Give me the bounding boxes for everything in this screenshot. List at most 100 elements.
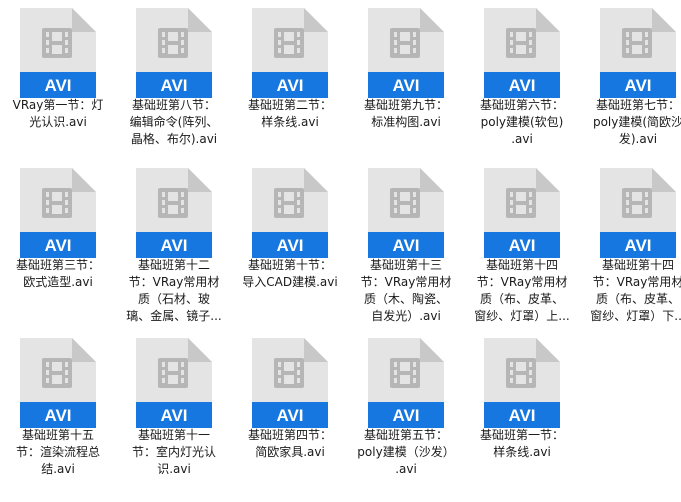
file-item[interactable]: AVI 基础班第一节： 样条线.avi xyxy=(464,330,580,490)
avi-badge-label: AVI xyxy=(44,406,71,425)
file-name-line: 节：VRay常用材 xyxy=(128,275,220,289)
file-name-label: 基础班第一节： 样条线.avi xyxy=(466,427,578,461)
file-name-line: 窗纱、灯罩）下... xyxy=(590,309,681,323)
file-name-line: 光认识.avi xyxy=(29,115,87,129)
file-name-line: 基础班第十四 xyxy=(485,258,558,272)
file-name-label: VRay第一节：灯 光认识.avi xyxy=(2,97,114,131)
avi-badge-label: AVI xyxy=(392,76,419,95)
file-name-line: 质（木、陶瓷、 xyxy=(363,292,448,306)
file-name-line: poly建模（沙发） xyxy=(357,445,455,459)
file-name-line: 自发光）.avi xyxy=(371,309,441,323)
file-name-label: 基础班第三节： 欧式造型.avi xyxy=(2,257,114,291)
file-item[interactable]: AVI 基础班第十一 节：室内灯光认 识.avi xyxy=(116,330,232,490)
file-name-line: 基础班第四节： xyxy=(247,428,332,442)
file-item[interactable]: AVI 基础班第三节： 欧式造型.avi xyxy=(0,160,116,320)
avi-file-icon: AVI xyxy=(600,168,676,258)
file-name-label: 基础班第四节： 简欧家具.avi xyxy=(234,427,346,461)
avi-badge-label: AVI xyxy=(160,236,187,255)
file-item[interactable]: AVI 基础班第十五 节：渲染流程总 结.avi xyxy=(0,330,116,490)
file-item[interactable]: AVI 基础班第十四 节：VRay常用材 质（布、皮革、 窗纱、灯罩）下... xyxy=(580,160,681,323)
file-name-label: 基础班第十三 节：VRay常用材 质（木、陶瓷、 自发光）.avi xyxy=(350,257,462,325)
avi-file-icon: AVI xyxy=(20,168,96,258)
avi-badge-label: AVI xyxy=(44,76,71,95)
file-name-line: 基础班第十五 xyxy=(21,428,94,442)
file-item[interactable]: AVI 基础班第十三 节：VRay常用材 质（木、陶瓷、 自发光）.avi xyxy=(348,160,464,323)
file-name-line: 简欧家具.avi xyxy=(255,445,325,459)
file-name-line: 基础班第七节： xyxy=(595,98,680,112)
file-name-line: 基础班第九节： xyxy=(363,98,448,112)
file-name-line: 窗纱、灯罩）上... xyxy=(474,309,570,323)
file-name-label: 基础班第十四 节：VRay常用材 质（布、皮革、 窗纱、灯罩）下... xyxy=(582,257,681,325)
avi-badge-label: AVI xyxy=(508,406,535,425)
avi-badge-label: AVI xyxy=(276,236,303,255)
avi-badge-label: AVI xyxy=(392,236,419,255)
file-name-line: 标准构图.avi xyxy=(371,115,441,129)
avi-badge-label: AVI xyxy=(160,406,187,425)
avi-file-icon: AVI xyxy=(484,8,560,98)
file-item[interactable]: AVI 基础班第十四 节：VRay常用材 质（布、皮革、 窗纱、灯罩）上... xyxy=(464,160,580,323)
avi-badge-label: AVI xyxy=(276,406,303,425)
file-grid: AVI VRay第一节：灯 光认识.avi AVI 基础班第八节： 编辑命令(阵列、 晶格、… xyxy=(0,0,681,502)
file-item[interactable]: AVI VRay第一节：灯 光认识.avi xyxy=(0,0,116,160)
file-name-line: .avi xyxy=(511,132,533,146)
file-name-line: 样条线.avi xyxy=(493,445,551,459)
file-name-line: poly建模(软包) xyxy=(480,115,564,129)
file-name-label: 基础班第五节： poly建模（沙发） .avi xyxy=(350,427,462,478)
avi-badge-label: AVI xyxy=(508,76,535,95)
file-name-line: 璃、金属、镜子... xyxy=(126,309,222,323)
file-item[interactable]: AVI 基础班第四节： 简欧家具.avi xyxy=(232,330,348,490)
file-name-label: 基础班第十四 节：VRay常用材 质（布、皮革、 窗纱、灯罩）上... xyxy=(466,257,578,325)
file-item[interactable]: AVI 基础班第八节： 编辑命令(阵列、 晶格、布尔).avi xyxy=(116,0,232,160)
file-name-line: .avi xyxy=(395,462,417,476)
file-name-label: 基础班第十二 节：VRay常用材 质（石材、玻 璃、金属、镜子... xyxy=(118,257,230,325)
avi-badge-label: AVI xyxy=(44,236,71,255)
avi-file-icon: AVI xyxy=(252,8,328,98)
file-name-line: poly建模(简欧沙 xyxy=(592,115,681,129)
file-name-label: 基础班第十一 节：室内灯光认 识.avi xyxy=(118,427,230,478)
avi-file-icon: AVI xyxy=(252,168,328,258)
file-name-line: 节：渲染流程总 xyxy=(15,445,100,459)
avi-file-icon: AVI xyxy=(20,8,96,98)
file-name-line: VRay第一节：灯 xyxy=(12,98,104,112)
file-name-line: 编辑命令(阵列、 xyxy=(129,115,219,129)
file-name-line: 质（石材、玻 xyxy=(137,292,210,306)
file-name-line: 样条线.avi xyxy=(261,115,319,129)
file-name-label: 基础班第六节： poly建模(软包) .avi xyxy=(466,97,578,148)
file-name-line: 节：VRay常用材 xyxy=(476,275,568,289)
file-name-line: 晶格、布尔).avi xyxy=(130,132,218,146)
avi-file-icon: AVI xyxy=(20,338,96,428)
file-name-line: 基础班第十一 xyxy=(137,428,210,442)
file-name-label: 基础班第七节： poly建模(简欧沙 发).avi xyxy=(582,97,681,148)
avi-badge-label: AVI xyxy=(392,406,419,425)
avi-badge-label: AVI xyxy=(624,236,651,255)
avi-badge-label: AVI xyxy=(160,76,187,95)
file-name-line: 基础班第二节： xyxy=(247,98,332,112)
file-name-line: 节：VRay常用材 xyxy=(592,275,681,289)
file-name-line: 基础班第十三 xyxy=(369,258,442,272)
file-item[interactable]: AVI 基础班第十节： 导入CAD建模.avi xyxy=(232,160,348,320)
avi-file-icon: AVI xyxy=(368,8,444,98)
avi-file-icon: AVI xyxy=(252,338,328,428)
file-item[interactable]: AVI 基础班第七节： poly建模(简欧沙 发).avi xyxy=(580,0,681,160)
file-name-label: 基础班第二节： 样条线.avi xyxy=(234,97,346,131)
file-item[interactable]: AVI 基础班第六节： poly建模(软包) .avi xyxy=(464,0,580,160)
avi-file-icon: AVI xyxy=(136,8,212,98)
file-name-label: 基础班第十五 节：渲染流程总 结.avi xyxy=(2,427,114,478)
file-item[interactable]: AVI 基础班第五节： poly建模（沙发） .avi xyxy=(348,330,464,490)
avi-file-icon: AVI xyxy=(368,168,444,258)
file-name-label: 基础班第八节： 编辑命令(阵列、 晶格、布尔).avi xyxy=(118,97,230,148)
file-name-line: 导入CAD建模.avi xyxy=(242,275,338,289)
file-item[interactable]: AVI 基础班第十二 节：VRay常用材 质（石材、玻 璃、金属、镜子... xyxy=(116,160,232,323)
file-name-line: 质（布、皮革、 xyxy=(479,292,564,306)
file-name-line: 质（布、皮革、 xyxy=(595,292,680,306)
file-name-line: 基础班第六节： xyxy=(479,98,564,112)
file-name-line: 基础班第五节： xyxy=(363,428,448,442)
file-name-label: 基础班第十节： 导入CAD建模.avi xyxy=(234,257,346,291)
file-name-line: 基础班第十节： xyxy=(247,258,332,272)
file-name-line: 识.avi xyxy=(157,462,191,476)
avi-file-icon: AVI xyxy=(484,338,560,428)
file-item[interactable]: AVI 基础班第二节： 样条线.avi xyxy=(232,0,348,160)
file-name-label: 基础班第九节： 标准构图.avi xyxy=(350,97,462,131)
file-item[interactable]: AVI 基础班第九节： 标准构图.avi xyxy=(348,0,464,160)
avi-badge-label: AVI xyxy=(508,236,535,255)
